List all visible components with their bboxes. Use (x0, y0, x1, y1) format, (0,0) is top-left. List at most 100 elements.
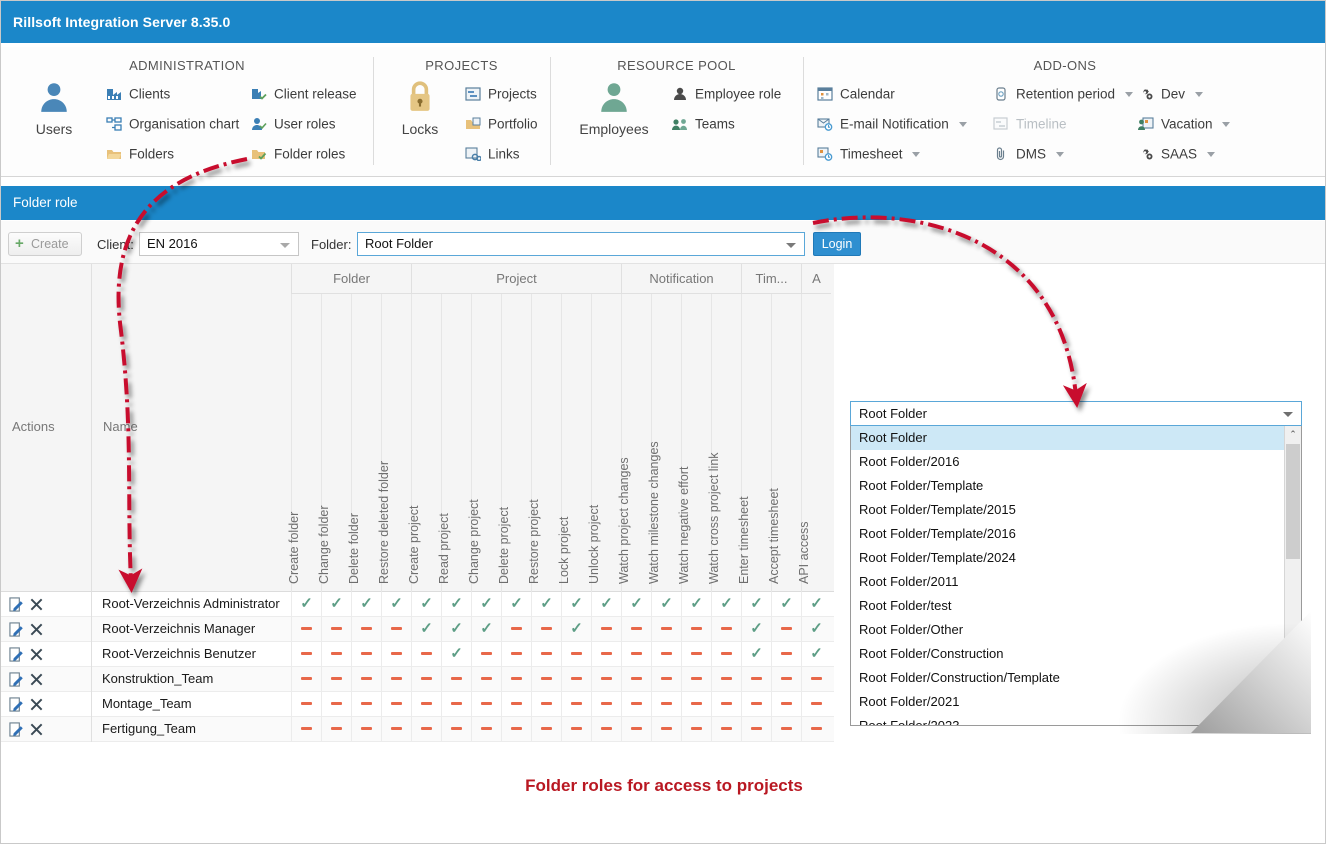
permission-denied-cell[interactable] (741, 717, 771, 742)
edit-icon[interactable] (9, 697, 24, 712)
ribbon-button-users[interactable]: Users (15, 80, 93, 137)
permission-granted-cell[interactable]: ✓ (381, 592, 411, 617)
permission-granted-cell[interactable]: ✓ (591, 592, 621, 617)
table-row[interactable]: Root-Verzeichnis Manager ✓ ✓ ✓ ✓ ✓ ✓ (1, 617, 834, 642)
permission-denied-cell[interactable] (651, 717, 681, 742)
permission-denied-cell[interactable] (771, 617, 801, 642)
permission-denied-cell[interactable] (531, 642, 561, 667)
ribbon-item-client-release[interactable]: Client release (251, 83, 357, 105)
ribbon-item-dms[interactable]: DMS (993, 143, 1064, 165)
permission-denied-cell[interactable] (651, 642, 681, 667)
ribbon-item-projects[interactable]: Projects (465, 83, 537, 105)
permission-denied-cell[interactable] (681, 717, 711, 742)
ribbon-item-links[interactable]: Links (465, 143, 520, 165)
edit-icon[interactable] (9, 672, 24, 687)
permission-denied-cell[interactable] (621, 617, 651, 642)
permission-denied-cell[interactable] (591, 692, 621, 717)
permission-denied-cell[interactable] (561, 667, 591, 692)
permission-denied-cell[interactable] (381, 667, 411, 692)
permission-granted-cell[interactable]: ✓ (801, 617, 831, 642)
chevron-down-icon[interactable] (958, 121, 967, 127)
permission-denied-cell[interactable] (411, 692, 441, 717)
permission-denied-cell[interactable] (411, 642, 441, 667)
ribbon-item-email-notification[interactable]: E-mail Notification (817, 113, 967, 135)
table-row[interactable]: Montage_Team (1, 692, 834, 717)
permission-denied-cell[interactable] (531, 717, 561, 742)
permission-denied-cell[interactable] (801, 692, 831, 717)
permission-denied-cell[interactable] (411, 717, 441, 742)
delete-icon[interactable] (29, 722, 44, 737)
permission-granted-cell[interactable]: ✓ (441, 642, 471, 667)
delete-icon[interactable] (29, 647, 44, 662)
ribbon-item-retention-period[interactable]: Retention period (993, 83, 1133, 105)
permission-granted-cell[interactable]: ✓ (801, 642, 831, 667)
permission-denied-cell[interactable] (411, 667, 441, 692)
permission-denied-cell[interactable] (501, 667, 531, 692)
permission-denied-cell[interactable] (381, 617, 411, 642)
permission-denied-cell[interactable] (681, 617, 711, 642)
dropdown-option[interactable]: Root Folder/2011 (851, 570, 1301, 594)
permission-denied-cell[interactable] (561, 692, 591, 717)
permission-denied-cell[interactable] (651, 617, 681, 642)
permission-denied-cell[interactable] (711, 717, 741, 742)
permission-denied-cell[interactable] (741, 692, 771, 717)
ribbon-item-dev[interactable]: Dev (1138, 83, 1203, 105)
permission-denied-cell[interactable] (561, 717, 591, 742)
permission-denied-cell[interactable] (441, 717, 471, 742)
permission-denied-cell[interactable] (321, 717, 351, 742)
permission-denied-cell[interactable] (771, 692, 801, 717)
permission-denied-cell[interactable] (621, 642, 651, 667)
permission-denied-cell[interactable] (531, 667, 561, 692)
chevron-down-icon[interactable] (1124, 91, 1133, 97)
permission-denied-cell[interactable] (441, 667, 471, 692)
permission-granted-cell[interactable]: ✓ (351, 592, 381, 617)
ribbon-item-user-roles[interactable]: User roles (251, 113, 336, 135)
table-row[interactable]: Root-Verzeichnis Benutzer ✓ ✓ ✓ (1, 642, 834, 667)
permission-denied-cell[interactable] (711, 617, 741, 642)
permission-denied-cell[interactable] (381, 692, 411, 717)
permission-denied-cell[interactable] (291, 617, 321, 642)
chevron-down-icon[interactable] (1055, 151, 1064, 157)
edit-icon[interactable] (9, 622, 24, 637)
permission-denied-cell[interactable] (351, 692, 381, 717)
permission-denied-cell[interactable] (291, 667, 321, 692)
ribbon-item-timesheet[interactable]: Timesheet (817, 143, 921, 165)
table-row[interactable]: Konstruktion_Team (1, 667, 834, 692)
permission-denied-cell[interactable] (501, 692, 531, 717)
dropdown-option[interactable]: Root Folder/Template/2015 (851, 498, 1301, 522)
permission-granted-cell[interactable]: ✓ (471, 592, 501, 617)
permission-denied-cell[interactable] (501, 642, 531, 667)
permission-denied-cell[interactable] (381, 642, 411, 667)
table-row[interactable]: Fertigung_Team (1, 717, 834, 742)
permission-denied-cell[interactable] (291, 642, 321, 667)
dropdown-option[interactable]: Root Folder/test (851, 594, 1301, 618)
permission-denied-cell[interactable] (441, 692, 471, 717)
permission-denied-cell[interactable] (591, 642, 621, 667)
permission-granted-cell[interactable]: ✓ (501, 592, 531, 617)
permission-granted-cell[interactable]: ✓ (441, 592, 471, 617)
permission-denied-cell[interactable] (741, 667, 771, 692)
permission-granted-cell[interactable]: ✓ (561, 617, 591, 642)
permission-denied-cell[interactable] (381, 717, 411, 742)
edit-icon[interactable] (9, 647, 24, 662)
permission-denied-cell[interactable] (681, 692, 711, 717)
permission-denied-cell[interactable] (591, 717, 621, 742)
permission-denied-cell[interactable] (651, 667, 681, 692)
permission-denied-cell[interactable] (591, 617, 621, 642)
permission-granted-cell[interactable]: ✓ (291, 592, 321, 617)
permission-granted-cell[interactable]: ✓ (741, 617, 771, 642)
permission-granted-cell[interactable]: ✓ (801, 592, 831, 617)
permission-denied-cell[interactable] (771, 717, 801, 742)
client-select[interactable]: EN 2016 (139, 232, 299, 256)
permission-granted-cell[interactable]: ✓ (711, 592, 741, 617)
folder-select[interactable]: Root Folder (357, 232, 805, 256)
dropdown-option[interactable]: Root Folder/Template/2024 (851, 546, 1301, 570)
permission-denied-cell[interactable] (321, 692, 351, 717)
permission-denied-cell[interactable] (351, 617, 381, 642)
permission-denied-cell[interactable] (501, 617, 531, 642)
permission-granted-cell[interactable]: ✓ (411, 617, 441, 642)
permission-denied-cell[interactable] (321, 667, 351, 692)
delete-icon[interactable] (29, 697, 44, 712)
chevron-down-icon[interactable] (1206, 151, 1215, 157)
permission-denied-cell[interactable] (471, 692, 501, 717)
